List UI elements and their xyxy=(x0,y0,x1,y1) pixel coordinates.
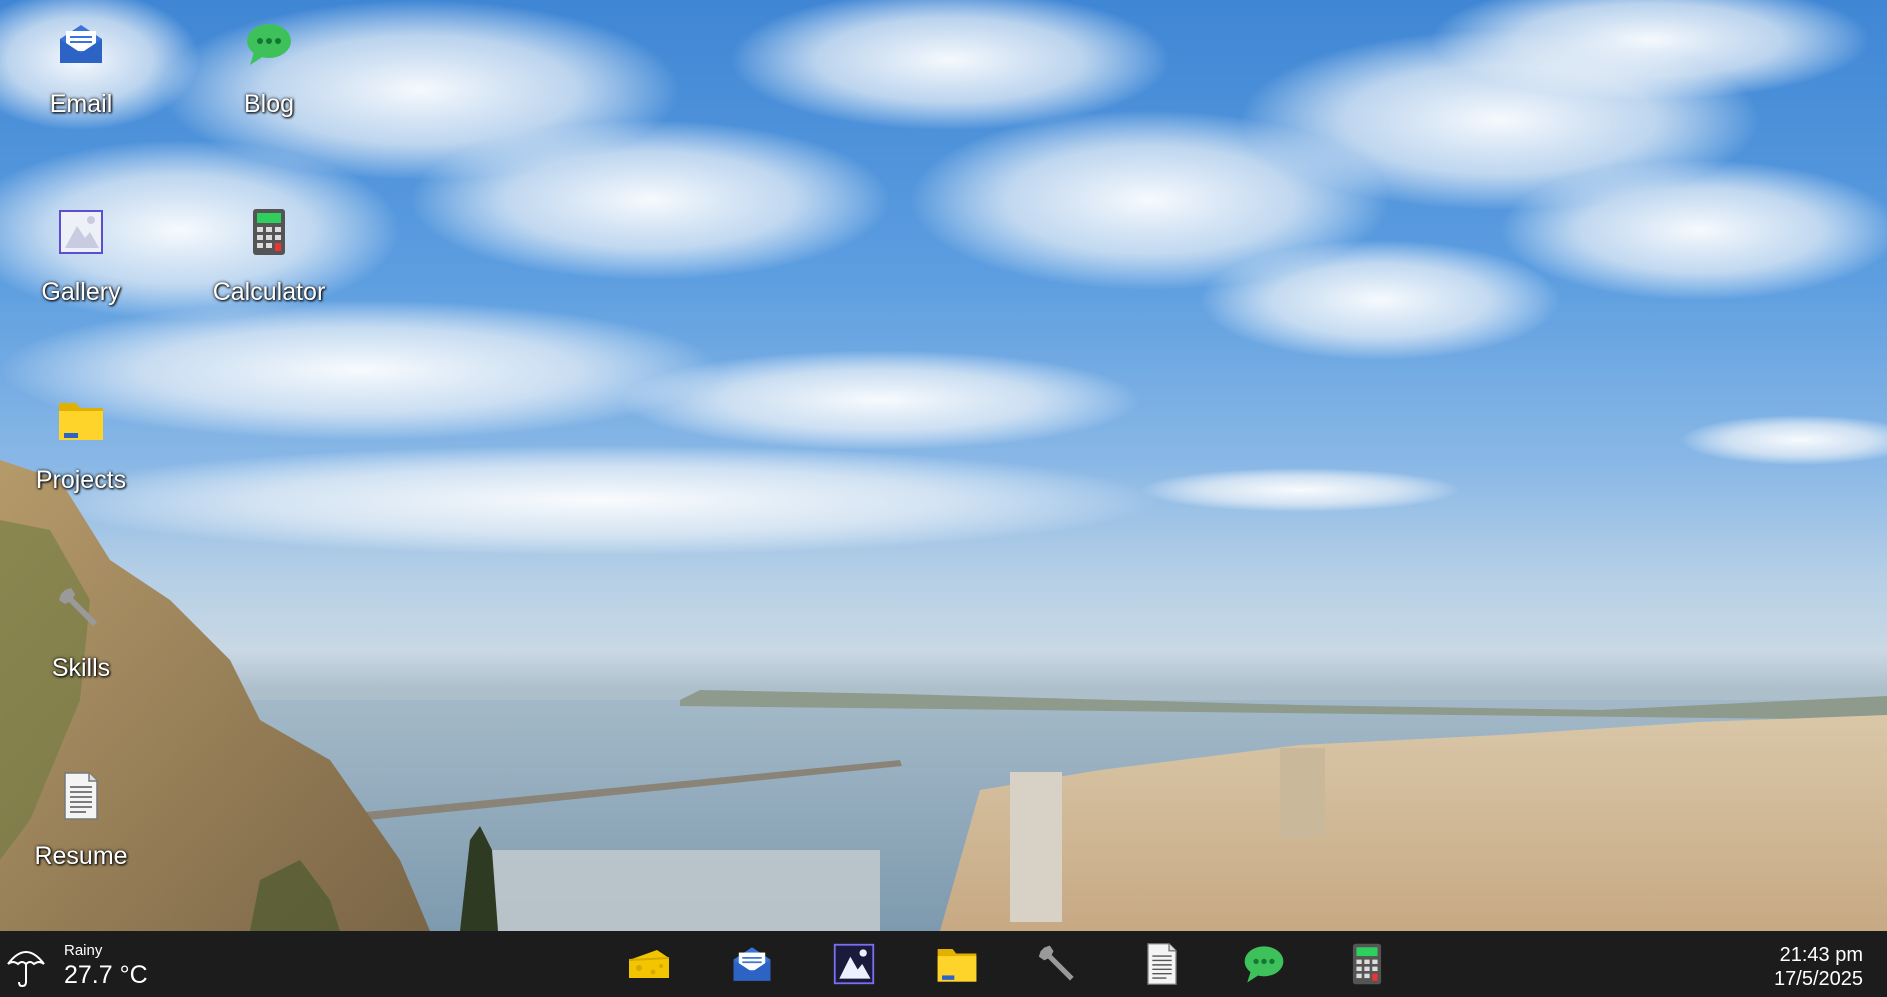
weather-condition: Rainy xyxy=(64,942,103,959)
document-icon xyxy=(53,768,109,824)
taskbar-apps xyxy=(598,931,1418,997)
umbrella-icon xyxy=(6,944,46,988)
taskbar-app-gallery[interactable] xyxy=(803,931,906,997)
clock-date: 17/5/2025 xyxy=(1774,968,1863,990)
desktop-icon-label: Email xyxy=(49,90,113,118)
chat-bubble-icon xyxy=(1244,946,1284,983)
taskbar-app-cheese[interactable] xyxy=(598,931,701,997)
desktop-icon-label: Blog xyxy=(243,90,295,118)
picture-icon xyxy=(834,943,875,985)
folder-icon xyxy=(53,392,109,448)
taskbar-app-blog[interactable] xyxy=(1213,931,1316,997)
calculator-icon xyxy=(241,204,297,260)
desktop-icon-email[interactable]: Email xyxy=(6,6,156,156)
desktop-icon-projects[interactable]: Projects xyxy=(6,382,156,532)
envelope-icon xyxy=(733,947,771,981)
envelope-icon xyxy=(53,16,109,72)
desktop-icon-calculator[interactable]: Calculator xyxy=(194,194,344,344)
taskbar-app-projects[interactable] xyxy=(906,931,1009,997)
desktop-icon-resume[interactable]: Resume xyxy=(6,758,156,908)
wrench-icon xyxy=(1039,945,1074,981)
folder-icon xyxy=(937,949,977,982)
weather-widget[interactable]: Rainy 27.7 °C xyxy=(6,939,148,993)
cheese-icon xyxy=(629,950,670,978)
taskbar-app-email[interactable] xyxy=(701,931,804,997)
chat-bubble-icon xyxy=(241,16,297,72)
weather-temperature: 27.7 °C xyxy=(64,961,148,989)
desktop-icon-label: Calculator xyxy=(212,278,326,306)
clock-time: 21:43 pm xyxy=(1779,944,1863,966)
wrench-icon xyxy=(53,580,109,636)
desktop-icon-label: Gallery xyxy=(41,278,121,306)
desktop-icon-gallery[interactable]: Gallery xyxy=(6,194,156,344)
desktop-icon-label: Projects xyxy=(35,466,127,494)
taskbar-app-calculator[interactable] xyxy=(1316,931,1419,997)
desktop-icon-skills[interactable]: Skills xyxy=(6,570,156,720)
system-clock[interactable]: 21:43 pm 17/5/2025 xyxy=(1774,943,1863,991)
calculator-icon xyxy=(1352,943,1381,985)
taskbar: Rainy 27.7 °C 21:43 pm 17/5/2025 xyxy=(0,931,1887,997)
desktop-icon-label: Skills xyxy=(51,654,111,682)
taskbar-app-skills[interactable] xyxy=(1008,931,1111,997)
desktop-icon-blog[interactable]: Blog xyxy=(194,6,344,156)
document-icon xyxy=(1147,943,1177,985)
taskbar-app-resume[interactable] xyxy=(1111,931,1214,997)
desktop-icon-label: Resume xyxy=(34,842,128,870)
picture-icon xyxy=(53,204,109,260)
